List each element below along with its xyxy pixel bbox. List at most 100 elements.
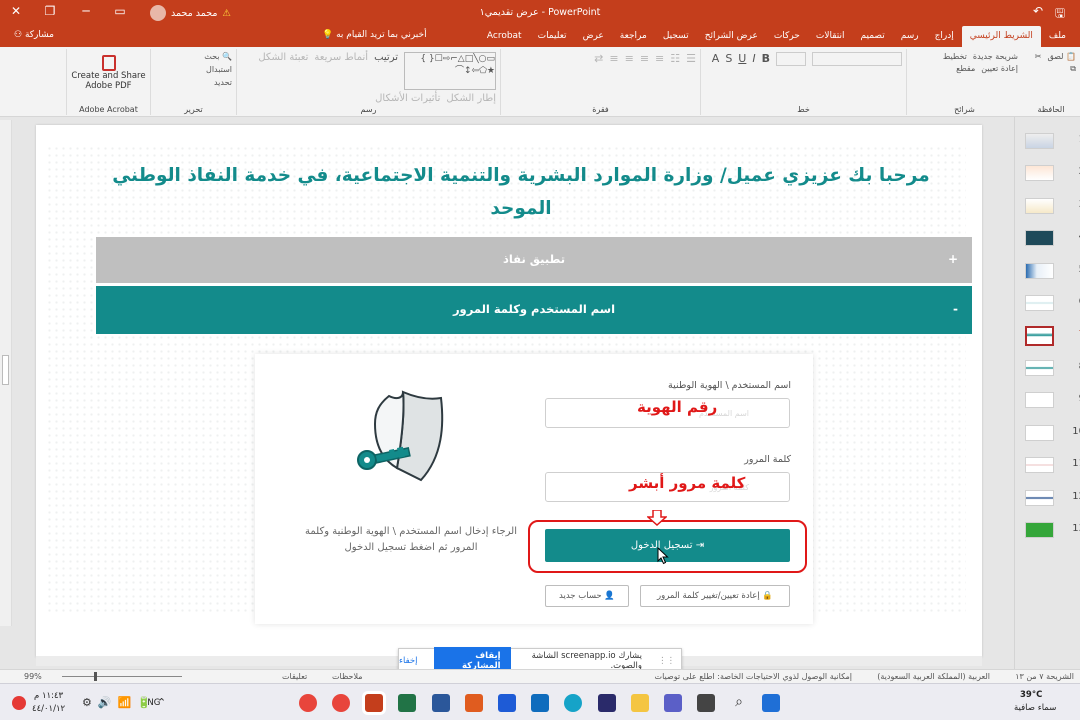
thumbnail-slide-2[interactable]: 2: [1025, 165, 1080, 181]
thumbnail-slide-12[interactable]: 12: [1025, 490, 1080, 506]
tab-acrobat[interactable]: Acrobat: [479, 26, 530, 47]
clock-time[interactable]: ١١:٤٣ م: [34, 691, 63, 701]
italic-icon[interactable]: I: [752, 52, 755, 66]
notification-icon[interactable]: [12, 696, 26, 710]
text-direction-icon[interactable]: ⇄: [594, 52, 603, 65]
comments-button[interactable]: تعليقات: [282, 672, 307, 681]
tab-design[interactable]: تصميم: [852, 26, 892, 47]
start-icon[interactable]: [762, 694, 780, 712]
tab-slideshow[interactable]: عرض الشرائح: [697, 26, 766, 47]
mail-icon[interactable]: [531, 694, 549, 712]
close-window-icon[interactable]: ✕: [6, 4, 26, 18]
tab-help[interactable]: تعليمات: [530, 26, 575, 47]
zoom-level[interactable]: 99%: [24, 672, 42, 681]
search-icon[interactable]: ⌕: [730, 694, 748, 712]
select-button[interactable]: تحديد: [204, 78, 232, 87]
vertical-scrollbar[interactable]: [0, 120, 12, 626]
weather-temp[interactable]: 39°C: [1020, 690, 1042, 700]
word-icon[interactable]: [432, 694, 450, 712]
tab-draw[interactable]: رسم: [893, 26, 927, 47]
tab-transitions[interactable]: انتقالات: [808, 26, 853, 47]
new-account-button[interactable]: 👤 حساب جديد: [545, 585, 629, 607]
find-button[interactable]: 🔍 بحث: [204, 52, 232, 61]
layout-button[interactable]: تخطيط: [943, 52, 967, 61]
scroll-thumb[interactable]: [2, 355, 9, 385]
arrange-button[interactable]: ترتيب: [374, 52, 398, 90]
display-options-icon[interactable]: ▭: [110, 4, 130, 18]
font-size-dropdown[interactable]: [776, 52, 806, 66]
reset-password-button[interactable]: 🔒 إعادة تعيين/تغيير كلمة المرور: [640, 585, 790, 607]
zoom-slider-thumb[interactable]: [94, 672, 97, 681]
thumbnail-slide-1[interactable]: 1: [1025, 133, 1080, 149]
thumbnail-slide-7[interactable]: 7: [1025, 326, 1080, 346]
clock-date[interactable]: ٤٤/٠١/١٢: [32, 704, 65, 714]
tab-file[interactable]: ملف: [1041, 26, 1074, 47]
accessibility-status[interactable]: إمكانية الوصول لذوي الاحتياجات الخاصة: ا…: [655, 672, 852, 681]
replace-button[interactable]: استبدال: [204, 65, 232, 74]
bold-icon[interactable]: B: [762, 52, 770, 66]
thumbnail-slide-4[interactable]: 4: [1025, 230, 1080, 246]
align-right-icon[interactable]: ≡: [655, 52, 664, 65]
office-icon[interactable]: [465, 694, 483, 712]
save-icon[interactable]: 🖫: [1050, 4, 1070, 25]
minimize-window-icon[interactable]: ─: [76, 4, 96, 18]
excel-icon[interactable]: [398, 694, 416, 712]
section-button[interactable]: مقطع: [956, 64, 975, 73]
language-indicator[interactable]: العربية (المملكة العربية السعودية): [877, 672, 990, 681]
thumbnail-slide-3[interactable]: 3: [1025, 198, 1080, 214]
shape-outline-button[interactable]: إطار الشكل: [446, 93, 496, 104]
accordion-nafath-app[interactable]: تطبيق نفاذ +: [96, 237, 972, 283]
edge-icon[interactable]: [564, 694, 582, 712]
drag-handle-icon[interactable]: ⋮⋮: [658, 656, 675, 666]
shapes-gallery[interactable]: ▭○╲□△⌐⇨☐{ }★⬠⇦↕⌒: [404, 52, 496, 90]
shape-fill-button[interactable]: تعبئة الشكل: [258, 52, 308, 90]
thumbnail-slide-10[interactable]: 10: [1025, 425, 1080, 441]
tab-review[interactable]: مراجعة: [612, 26, 655, 47]
account-area[interactable]: محمد محمد ⚠: [150, 5, 231, 21]
paste-button[interactable]: 📋 لصق: [1047, 52, 1076, 61]
file-explorer-icon[interactable]: [631, 694, 649, 712]
slide-canvas[interactable]: مرحبا بك عزيزي عميل/ وزارة الموارد البشر…: [36, 125, 982, 657]
system-tray-icons[interactable]: ⚙🔊📶🔋⌃: [82, 696, 172, 709]
undo-icon[interactable]: ↶: [1028, 4, 1048, 18]
app-icon[interactable]: [498, 694, 516, 712]
new-slide-button[interactable]: شريحة جديدة: [973, 52, 1018, 61]
thumbnail-slide-6[interactable]: 6: [1025, 295, 1080, 311]
warning-icon[interactable]: ⚠: [222, 8, 231, 19]
tab-home[interactable]: الشريط الرئيسي: [961, 26, 1041, 47]
zoom-slider[interactable]: [62, 676, 182, 677]
copy-icon[interactable]: ⧉: [1070, 64, 1076, 74]
notes-button[interactable]: ملاحظات: [332, 672, 363, 681]
align-center-icon[interactable]: ≡: [640, 52, 649, 65]
avatar[interactable]: [150, 5, 166, 21]
teams-icon[interactable]: [664, 694, 682, 712]
underline-icon[interactable]: U: [738, 52, 746, 66]
restore-window-icon[interactable]: ❐: [40, 4, 60, 18]
align-left-icon[interactable]: ≡: [625, 52, 634, 65]
numbering-icon[interactable]: ☷: [670, 52, 680, 65]
chrome-icon[interactable]: [299, 694, 317, 712]
thumbnail-slide-9[interactable]: 9: [1025, 392, 1080, 408]
thumbnail-slide-13[interactable]: 13: [1025, 522, 1080, 538]
justify-icon[interactable]: ≡: [609, 52, 618, 65]
quick-styles-button[interactable]: أنماط سريعة: [314, 52, 368, 90]
task-view-icon[interactable]: [697, 694, 715, 712]
tab-view[interactable]: عرض: [575, 26, 612, 47]
font-name-dropdown[interactable]: [812, 52, 902, 66]
reset-button[interactable]: إعادة تعيين: [981, 64, 1018, 73]
store-icon[interactable]: [598, 694, 616, 712]
thumbnail-slide-8[interactable]: 8: [1025, 360, 1080, 376]
powerpoint-icon[interactable]: [365, 694, 383, 712]
accordion-username-password[interactable]: اسم المستخدم وكلمة المرور -: [96, 286, 972, 334]
bullets-icon[interactable]: ☰: [686, 52, 696, 65]
font-color-icon[interactable]: A: [712, 52, 720, 66]
thumbnail-slide-11[interactable]: 11: [1025, 457, 1080, 473]
strikethrough-icon[interactable]: S: [725, 52, 732, 66]
tab-insert[interactable]: إدراج: [927, 26, 962, 47]
thumbnail-slide-5[interactable]: 5: [1025, 263, 1080, 279]
chrome-icon[interactable]: [332, 694, 350, 712]
cut-icon[interactable]: ✂: [1035, 52, 1042, 61]
tell-me-box[interactable]: 💡 أخبرني بما تريد القيام به: [322, 30, 427, 40]
share-button[interactable]: ⚇ مشاركة: [14, 30, 54, 40]
tab-animations[interactable]: حركات: [766, 26, 808, 47]
